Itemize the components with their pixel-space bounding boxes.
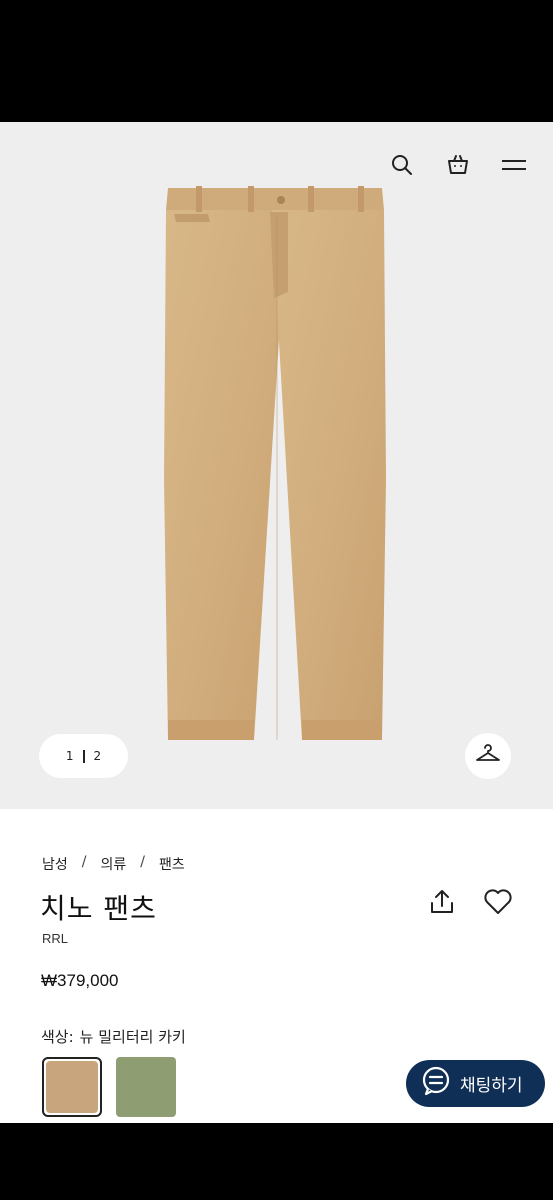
pager-total: 2 (93, 749, 102, 763)
chat-label: 채팅하기 (460, 1076, 523, 1096)
color-name: 뉴 밀리터리 카키 (79, 1028, 186, 1046)
color-label-prefix: 색상: (41, 1028, 74, 1046)
breadcrumb-separator: / (81, 854, 87, 870)
navigation-bar (0, 1123, 553, 1200)
hanger-icon (475, 743, 501, 769)
swatch-fill (46, 1061, 98, 1113)
swatch-fill (116, 1057, 176, 1117)
breadcrumb: 남성 / 의류 / 팬츠 (42, 854, 185, 874)
swatch-olive[interactable] (116, 1057, 176, 1117)
pager-divider (82, 749, 85, 763)
header-actions (389, 152, 527, 178)
shopping-bag-icon[interactable] (445, 152, 471, 178)
product-title: 치노 팬츠 (40, 892, 157, 925)
status-bar (0, 0, 553, 122)
color-label: 색상: 뉴 밀리터리 카키 (41, 1026, 186, 1047)
heart-icon[interactable] (483, 887, 513, 917)
breadcrumb-separator: / (140, 854, 145, 870)
menu-icon[interactable] (501, 152, 527, 178)
product-brand: RRL (42, 931, 69, 946)
share-icon[interactable] (427, 887, 457, 917)
product-image-chino-pants (164, 186, 386, 740)
image-pager[interactable]: 1 2 (39, 734, 128, 778)
product-image-area[interactable]: 1 2 (0, 122, 553, 809)
hanger-button[interactable] (465, 733, 511, 779)
breadcrumb-item[interactable]: 팬츠 (159, 854, 185, 874)
color-swatches (42, 1057, 176, 1117)
swatch-khaki[interactable] (42, 1057, 102, 1117)
breadcrumb-item[interactable]: 남성 (42, 854, 68, 874)
product-actions (427, 887, 513, 917)
chat-icon (420, 1065, 452, 1102)
search-icon[interactable] (389, 152, 415, 178)
chat-button[interactable]: 채팅하기 (406, 1060, 545, 1107)
pager-current: 1 (65, 749, 74, 763)
product-price: ₩379,000 (41, 971, 119, 990)
breadcrumb-item[interactable]: 의류 (100, 854, 126, 874)
